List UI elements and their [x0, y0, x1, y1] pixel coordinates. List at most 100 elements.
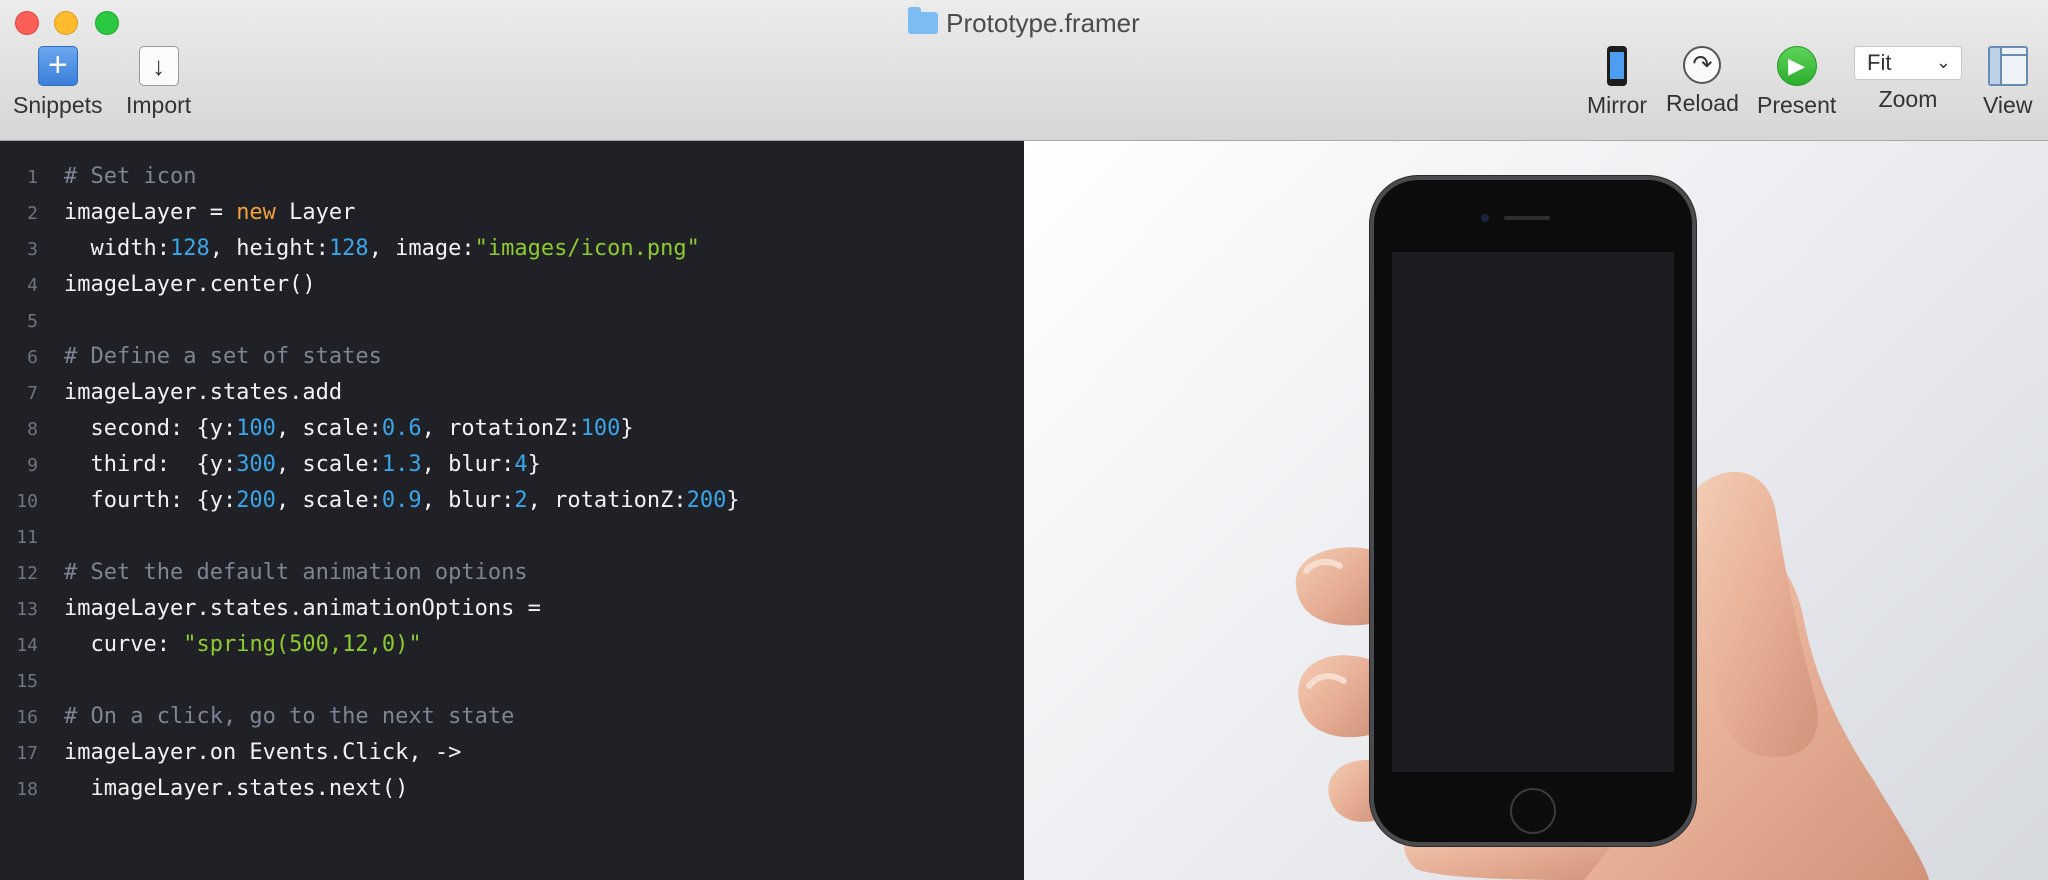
- code-token-number: 128: [169, 236, 210, 261]
- line-number: 8: [27, 419, 38, 440]
- code-line[interactable]: 17 imageLayer.on Events.Click, ->: [0, 735, 461, 771]
- phone-camera: [1481, 214, 1489, 222]
- code-token: , height:: [209, 236, 329, 261]
- zoom-label: Zoom: [1878, 86, 1938, 112]
- zoom-control: Fit ⌄ Zoom: [1854, 46, 1962, 113]
- code-token-number: 100: [580, 416, 621, 441]
- code-token: imageLayer.states.add: [64, 380, 343, 405]
- sidebar-view-icon: [1987, 46, 2028, 86]
- code-token-number: 200: [686, 488, 727, 513]
- reload-label: Reload: [1666, 90, 1739, 116]
- code-token-number: 200: [236, 488, 276, 513]
- toolbar: Prototype.framer + Snippets ↓ Import Mir…: [0, 0, 2048, 141]
- present-label: Present: [1757, 92, 1837, 118]
- window-title: Prototype.framer: [0, 7, 2048, 39]
- line-number: 2: [27, 203, 38, 224]
- code-token: imageLayer.states.animationOptions =: [64, 596, 541, 621]
- plus-icon: +: [37, 46, 78, 86]
- phone-speaker: [1504, 216, 1550, 220]
- device-preview: [1024, 141, 2048, 880]
- code-token-number: 4: [514, 452, 528, 477]
- mirror-label: Mirror: [1587, 92, 1648, 118]
- code-token: second: {y:: [64, 416, 237, 441]
- reload-icon: ↷: [1683, 46, 1722, 84]
- code-token: fourth: {y:: [64, 488, 237, 513]
- code-token: , scale:: [275, 488, 382, 513]
- app-window: Prototype.framer + Snippets ↓ Import Mir…: [0, 0, 2048, 880]
- view-button[interactable]: View: [1983, 46, 2032, 119]
- code-token: imageLayer.center(): [64, 272, 316, 297]
- line-number: 18: [16, 779, 38, 800]
- code-token-number: 128: [328, 236, 369, 261]
- code-token: }: [527, 452, 541, 477]
- code-token: Layer: [275, 200, 356, 225]
- folder-icon: [908, 7, 939, 34]
- code-token-comment: # Set the default animation options: [64, 560, 528, 585]
- code-token: , rotationZ:: [421, 416, 581, 441]
- code-token-comment: # Define a set of states: [64, 344, 382, 369]
- code-line[interactable]: 15: [0, 663, 64, 699]
- code-token: third: {y:: [64, 452, 237, 477]
- code-line[interactable]: 7 imageLayer.states.add: [0, 375, 342, 411]
- code-token: imageLayer.states.next(): [64, 776, 409, 801]
- code-token: }: [726, 488, 740, 513]
- snippets-button[interactable]: + Snippets: [13, 46, 103, 119]
- window-title-text: Prototype.framer: [946, 8, 1140, 38]
- code-line[interactable]: 13 imageLayer.states.animationOptions =: [0, 591, 541, 627]
- code-token-string: "spring(500,12,0)": [183, 632, 422, 657]
- line-number: 17: [16, 743, 38, 764]
- code-token-comment: # On a click, go to the next state: [64, 704, 515, 729]
- phone-screen[interactable]: [1392, 252, 1674, 772]
- phone-home-button[interactable]: [1510, 788, 1556, 834]
- code-token: , blur:: [421, 488, 515, 513]
- code-token-string: "images/icon.png": [474, 236, 700, 261]
- code-token-number: 1.3: [381, 452, 422, 477]
- view-label: View: [1983, 92, 2033, 118]
- code-token-number: 0.9: [381, 488, 422, 513]
- code-line[interactable]: 10 fourth: {y:200, scale:0.9, blur:2, ro…: [0, 483, 740, 519]
- mirror-button[interactable]: Mirror: [1587, 46, 1647, 119]
- code-line[interactable]: 2 imageLayer = new Layer: [0, 195, 355, 231]
- line-number: 15: [16, 671, 38, 692]
- code-line[interactable]: 8 second: {y:100, scale:0.6, rotationZ:1…: [0, 411, 633, 447]
- line-number: 10: [16, 491, 38, 512]
- code-editor[interactable]: 1 # Set icon 2 imageLayer = new Layer 3 widt…: [0, 141, 1024, 880]
- code-token-number: 2: [514, 488, 528, 513]
- import-arrow-icon: ↓: [138, 46, 179, 86]
- code-token: , scale:: [275, 416, 382, 441]
- reload-button[interactable]: ↷ Reload: [1666, 46, 1739, 117]
- code-line[interactable]: 11: [0, 519, 64, 555]
- code-token: , blur:: [421, 452, 515, 477]
- code-line[interactable]: 18 imageLayer.states.next(): [0, 771, 408, 807]
- line-number: 7: [27, 383, 38, 404]
- code-token: imageLayer.on Events.Click, ->: [64, 740, 462, 765]
- zoom-select[interactable]: Fit ⌄: [1854, 46, 1962, 80]
- line-number: 5: [27, 311, 38, 332]
- code-token: curve:: [64, 632, 184, 657]
- code-line[interactable]: 4 imageLayer.center(): [0, 267, 316, 303]
- import-label: Import: [126, 92, 192, 118]
- code-line[interactable]: 5: [0, 303, 64, 339]
- code-token-number: 100: [236, 416, 276, 441]
- line-number: 13: [16, 599, 38, 620]
- line-number: 4: [27, 275, 38, 296]
- code-line[interactable]: 14 curve: "spring(500,12,0)": [0, 627, 422, 663]
- line-number: 3: [27, 239, 38, 260]
- code-token-number: 300: [236, 452, 276, 477]
- code-line[interactable]: 3 width:128, height:128, image:"images/i…: [0, 231, 700, 267]
- code-token-keyword: new: [236, 200, 276, 225]
- import-button[interactable]: ↓ Import: [126, 46, 191, 119]
- line-number: 11: [16, 527, 38, 548]
- line-number: 6: [27, 347, 38, 368]
- code-line[interactable]: 16 # On a click, go to the next state: [0, 699, 514, 735]
- line-number: 14: [16, 635, 38, 656]
- code-line[interactable]: 6 # Define a set of states: [0, 339, 382, 375]
- code-line[interactable]: 12 # Set the default animation options: [0, 555, 528, 591]
- phone-frame: [1370, 176, 1696, 846]
- play-icon: ▶: [1776, 46, 1817, 86]
- line-number: 16: [16, 707, 38, 728]
- code-line[interactable]: 1 # Set icon: [0, 159, 196, 195]
- present-button[interactable]: ▶ Present: [1757, 46, 1836, 119]
- zoom-value: Fit: [1867, 50, 1892, 75]
- code-line[interactable]: 9 third: {y:300, scale:1.3, blur:4}: [0, 447, 541, 483]
